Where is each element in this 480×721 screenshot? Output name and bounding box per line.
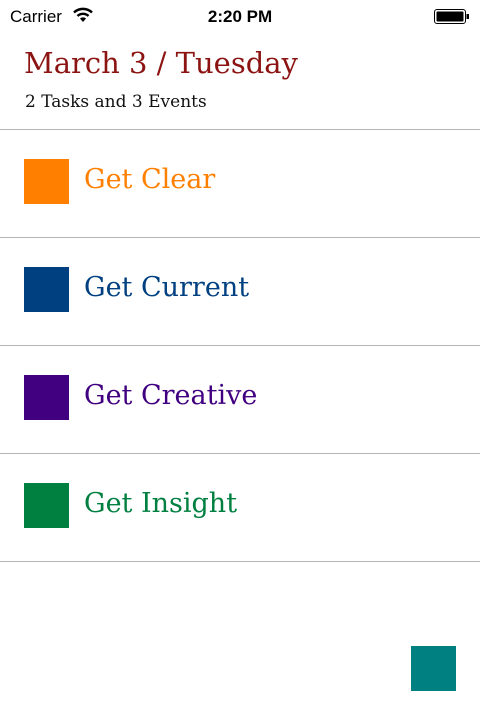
- list-item-label: Get Insight: [84, 488, 238, 519]
- list-item-label: Get Creative: [84, 380, 258, 411]
- list-item-get-current[interactable]: Get Current: [0, 238, 480, 346]
- color-swatch: [24, 267, 69, 312]
- color-swatch: [24, 159, 69, 204]
- status-time: 2:20 PM: [207, 7, 273, 26]
- list-item-label: Get Current: [84, 272, 250, 303]
- page-title: March 3 / Tuesday: [24, 46, 298, 80]
- status-bar: Carrier 2:20 PM: [0, 0, 480, 34]
- add-button[interactable]: [411, 646, 456, 691]
- task-event-summary: 2 Tasks and 3 Events: [25, 92, 207, 112]
- list-item-get-creative[interactable]: Get Creative: [0, 346, 480, 454]
- day-header: March 3 / Tuesday 2 Tasks and 3 Events: [0, 34, 480, 130]
- list-item-get-clear[interactable]: Get Clear: [0, 130, 480, 238]
- list-item-label: Get Clear: [84, 164, 216, 195]
- list-item-get-insight[interactable]: Get Insight: [0, 454, 480, 562]
- color-swatch: [24, 483, 69, 528]
- battery-icon: [434, 9, 469, 24]
- category-list: Get Clear Get Current Get Creative Get I…: [0, 129, 480, 562]
- color-swatch: [24, 375, 69, 420]
